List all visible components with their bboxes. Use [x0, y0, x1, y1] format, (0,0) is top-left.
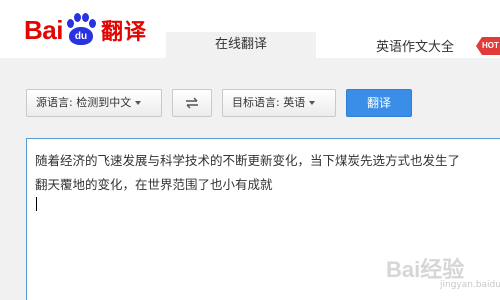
- chevron-down-icon: [135, 101, 142, 105]
- translate-button[interactable]: 翻译: [346, 89, 412, 117]
- logo-bai-text: Bai: [24, 14, 63, 45]
- target-language-label: 目标语言: 英语: [232, 96, 306, 109]
- target-language-select[interactable]: 目标语言: 英语: [222, 89, 336, 117]
- tab-online-translate[interactable]: 在线翻译: [166, 32, 316, 58]
- source-text-line-1: 随着经济的飞速发展与科学技术的不断更新变化，当下煤炭先选方式也发生了: [35, 153, 461, 168]
- english-essay-link[interactable]: 英语作文大全: [376, 36, 454, 55]
- chevron-down-icon: [309, 101, 316, 105]
- source-text-content: 随着经济的飞速发展与科学技术的不断更新变化，当下煤炭先选方式也发生了 翻天覆地的…: [35, 149, 500, 211]
- swap-arrows-icon: [186, 97, 198, 109]
- top-header: Bai du 翻译 在线翻译 英语作文大全 HOT: [0, 0, 500, 58]
- watermark-url: jingyan.baidu.com: [440, 280, 500, 290]
- hot-badge: HOT: [476, 37, 500, 55]
- baidu-paw-icon: du: [64, 13, 98, 47]
- text-cursor: [36, 197, 37, 211]
- logo-fanyi-text: 翻译: [100, 20, 147, 45]
- swap-languages-button[interactable]: [172, 89, 212, 117]
- source-language-select[interactable]: 源语言: 检测到中文: [26, 89, 162, 117]
- logo-du-text: du: [68, 27, 93, 45]
- source-language-label: 源语言: 检测到中文: [36, 96, 132, 109]
- baidu-fanyi-logo[interactable]: Bai du 翻译: [24, 10, 147, 50]
- source-text-line-2: 翻天覆地的变化，在世界范围了也小有成就: [35, 177, 273, 192]
